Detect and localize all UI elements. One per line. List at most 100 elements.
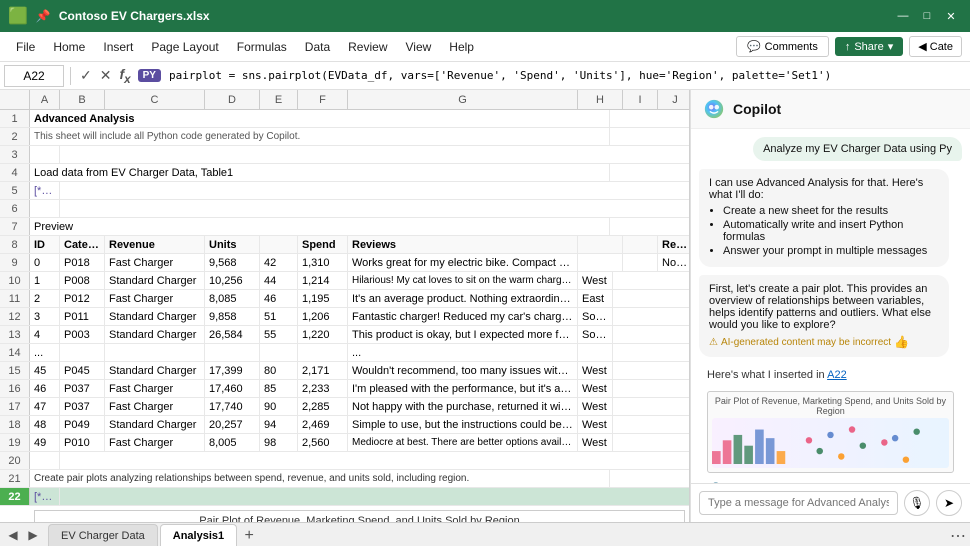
comments-button[interactable]: 💬 Comments <box>736 36 829 57</box>
ai-message-1: I can use Advanced Analysis for that. He… <box>699 169 949 267</box>
table-row: 15 45 P045 Standard Charger 17,399 80 2,… <box>0 362 689 380</box>
menu-data[interactable]: Data <box>297 36 338 58</box>
cate-button[interactable]: ◀ Cate <box>909 36 962 57</box>
table-row: 7 Preview <box>0 218 689 236</box>
menu-page-layout[interactable]: Page Layout <box>143 36 226 58</box>
table-row: 6 <box>0 200 689 218</box>
menu-view[interactable]: View <box>398 36 440 58</box>
tab-next-button[interactable]: ▶ <box>24 526 42 544</box>
cell-c8: Revenue <box>105 236 205 253</box>
formula-fx-icon[interactable]: fx <box>116 66 133 86</box>
formula-cross-icon[interactable]: ✕ <box>97 67 115 84</box>
cell-reference-input[interactable] <box>4 65 64 87</box>
main-area: A B C D E F G H I J 1 Advanced Analysis … <box>0 90 970 522</box>
inserted-cell-link[interactable]: A22 <box>827 369 847 381</box>
cell-a21[interactable]: Create pair plots analyzing relationship… <box>30 470 610 487</box>
tab-navigation: ◀ ▶ <box>4 524 42 546</box>
chart-container: Pair Plot of Revenue, Marketing Spend, a… <box>34 510 685 522</box>
chart-thumb-title: Pair Plot of Revenue, Marketing Spend, a… <box>712 396 949 416</box>
table-row: 16 46 P037 Fast Charger 17,460 85 2,233 … <box>0 380 689 398</box>
table-row: 3 <box>0 146 689 164</box>
cell-e8 <box>260 236 298 253</box>
menu-formulas[interactable]: Formulas <box>229 36 295 58</box>
cell-d8: Units <box>205 236 260 253</box>
comments-icon: 💬 <box>747 40 761 53</box>
menu-bar: File Home Insert Page Layout Formulas Da… <box>0 32 970 62</box>
formula-bar: ✓ ✕ fx PY pairplot = sns.pairplot(EVData… <box>0 62 970 90</box>
send-button[interactable]: ➤ <box>936 490 962 516</box>
cell-a22[interactable]: [*]Image <box>30 488 60 505</box>
cell-a3 <box>30 146 60 163</box>
formula-input[interactable]: pairplot = sns.pairplot(EVData_df, vars=… <box>165 69 966 82</box>
table-row: 12 3 P011 Standard Charger 9,858 51 1,20… <box>0 308 689 326</box>
mini-chart <box>712 418 949 468</box>
close-button[interactable]: ✕ <box>940 5 962 27</box>
spreadsheet: A B C D E F G H I J 1 Advanced Analysis … <box>0 90 690 522</box>
col-header-b: B <box>60 90 105 109</box>
title-bar: 🟩 📌 Contoso EV Chargers.xlsx — □ ✕ <box>0 0 970 32</box>
menu-file[interactable]: File <box>8 36 43 58</box>
user-message: Analyze my EV Charger Data using Py <box>753 137 962 161</box>
share-icon: ↑ <box>845 41 851 53</box>
cell-b8: Category <box>60 236 105 253</box>
window-controls: — □ ✕ <box>892 5 962 27</box>
add-sheet-button[interactable]: + <box>239 526 259 546</box>
tab-options: ⋯ <box>950 526 966 546</box>
col-header-f: F <box>298 90 348 109</box>
cell-a5[interactable]: [*]DataFrame <box>30 182 60 199</box>
maximize-button[interactable]: □ <box>916 5 938 27</box>
table-row: 13 4 P003 Standard Charger 26,584 55 1,2… <box>0 326 689 344</box>
col-header-i: I <box>623 90 658 109</box>
table-row: 8 ID Category Revenue Units Spend Review… <box>0 236 689 254</box>
cell-g8: Reviews <box>348 236 578 253</box>
cell-a1[interactable]: Advanced Analysis <box>30 110 610 127</box>
table-row: 5 [*]DataFrame <box>0 182 689 200</box>
col-header-j: J <box>658 90 690 109</box>
copilot-messages: Analyze my EV Charger Data using Py I ca… <box>691 129 970 483</box>
minimize-button[interactable]: — <box>892 5 914 27</box>
chart-thumbnail: Pair Plot of Revenue, Marketing Spend, a… <box>707 391 954 473</box>
menu-insert[interactable]: Insert <box>95 36 141 58</box>
col-header-e: E <box>260 90 298 109</box>
table-row: 19 49 P010 Fast Charger 8,005 98 2,560 M… <box>0 434 689 452</box>
menu-help[interactable]: Help <box>441 36 482 58</box>
chart-title: Pair Plot of Revenue, Marketing Spend, a… <box>199 515 519 522</box>
sheet-tab-ev-charger-data[interactable]: EV Charger Data <box>48 524 158 546</box>
file-name: Contoso EV Chargers.xlsx <box>59 9 884 23</box>
app-icon: 🟩 <box>8 6 28 26</box>
copilot-input-area: 🎙 ➤ <box>691 483 970 522</box>
column-header-row: A B C D E F G H I J <box>0 90 689 110</box>
cell-a7[interactable]: Preview <box>30 218 610 235</box>
tab-options-button[interactable]: ⋯ <box>950 526 966 546</box>
menu-home[interactable]: Home <box>45 36 93 58</box>
cell-a2[interactable]: This sheet will include all Python code … <box>30 128 610 145</box>
cell-a6 <box>30 200 60 217</box>
ai-message-2: First, let's create a pair plot. This pr… <box>699 275 949 357</box>
table-row: 22 [*]Image <box>0 488 689 506</box>
table-row: 11 2 P012 Fast Charger 8,085 46 1,195 It… <box>0 290 689 308</box>
menu-review[interactable]: Review <box>340 36 395 58</box>
formula-checkmark-icon[interactable]: ✓ <box>77 67 95 84</box>
thumbs-up-button[interactable]: 👍 <box>894 335 909 349</box>
warning-icon: ⚠ <box>709 337 718 348</box>
tab-bar: ◀ ▶ EV Charger Data Analysis1 + ⋯ <box>0 522 970 546</box>
tab-prev-button[interactable]: ◀ <box>4 526 22 544</box>
ai-warning: ⚠ AI-generated content may be incorrect … <box>709 335 939 349</box>
share-button[interactable]: ↑ Share ▾ <box>835 37 903 56</box>
mic-button[interactable]: 🎙 <box>904 490 930 516</box>
formula-controls: ✓ ✕ fx <box>77 66 134 86</box>
pin-icon[interactable]: 📌 <box>36 9 51 23</box>
sheet-tab-analysis1[interactable]: Analysis1 <box>160 524 237 546</box>
copilot-panel: Copilot Analyze my EV Charger Data using… <box>690 90 970 522</box>
python-badge: PY <box>138 69 161 82</box>
copilot-header: Copilot <box>691 90 970 129</box>
table-row: 18 48 P049 Standard Charger 20,257 94 2,… <box>0 416 689 434</box>
col-header-a: A <box>30 90 60 109</box>
cell-a4[interactable]: Load data from EV Charger Data, Table1 <box>30 164 610 181</box>
chart-thumbnail-container: Pair Plot of Revenue, Marketing Spend, a… <box>699 391 962 473</box>
share-chevron-icon: ▾ <box>888 40 894 53</box>
mini-chart-svg <box>712 418 949 468</box>
copilot-input[interactable] <box>699 491 898 515</box>
cell-i8 <box>623 236 658 253</box>
cate-icon: ◀ <box>918 41 926 53</box>
